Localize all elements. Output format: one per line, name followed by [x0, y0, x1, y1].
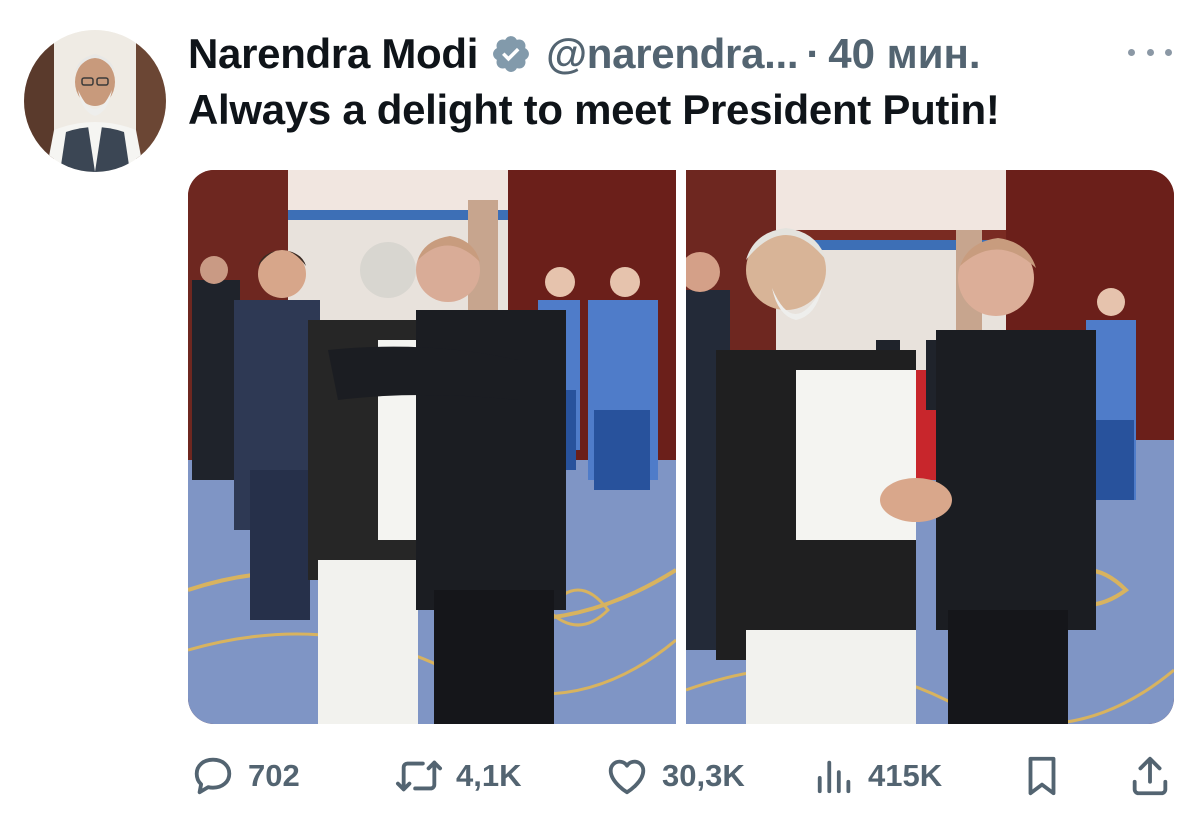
retweet-count: 4,1K: [456, 758, 522, 793]
share-button[interactable]: [1128, 748, 1172, 804]
retweet-arrows-icon: [394, 753, 444, 799]
tweet-text: Always a delight to meet President Putin…: [188, 86, 1000, 133]
action-bar: 702 4,1K 30,3K 415K: [188, 748, 1174, 804]
display-name[interactable]: Narendra Modi: [188, 30, 478, 78]
verified-badge-icon[interactable]: [490, 33, 532, 75]
reply-count: 702: [248, 758, 300, 793]
bar-chart-icon: [814, 753, 856, 799]
like-count: 30,3K: [662, 758, 745, 793]
heart-icon: [604, 753, 650, 799]
handle[interactable]: @narendra...: [546, 30, 798, 78]
separator-dot: ·: [806, 30, 821, 77]
bookmark-icon: [1022, 753, 1062, 799]
tweet-media: [188, 170, 1174, 724]
reply-bubble-icon: [190, 753, 236, 799]
timestamp[interactable]: 40 мин.: [828, 30, 980, 78]
photo-hug[interactable]: [188, 170, 676, 724]
reply-button[interactable]: 702: [190, 748, 300, 804]
views-count: 415K: [868, 758, 943, 793]
like-button[interactable]: 30,3K: [604, 748, 745, 804]
tweet-card[interactable]: Narendra Modi @narendra... · 40 мин. Alw…: [0, 0, 1200, 833]
share-upload-icon: [1128, 753, 1172, 799]
views-button[interactable]: 415K: [814, 748, 942, 804]
more-dots-icon[interactable]: [1128, 40, 1172, 64]
photo-handshake[interactable]: [686, 170, 1174, 724]
avatar[interactable]: [24, 30, 166, 172]
bookmark-button[interactable]: [1022, 748, 1062, 804]
retweet-button[interactable]: 4,1K: [394, 748, 521, 804]
tweet-header: Narendra Modi @narendra... · 40 мин.: [188, 26, 981, 82]
